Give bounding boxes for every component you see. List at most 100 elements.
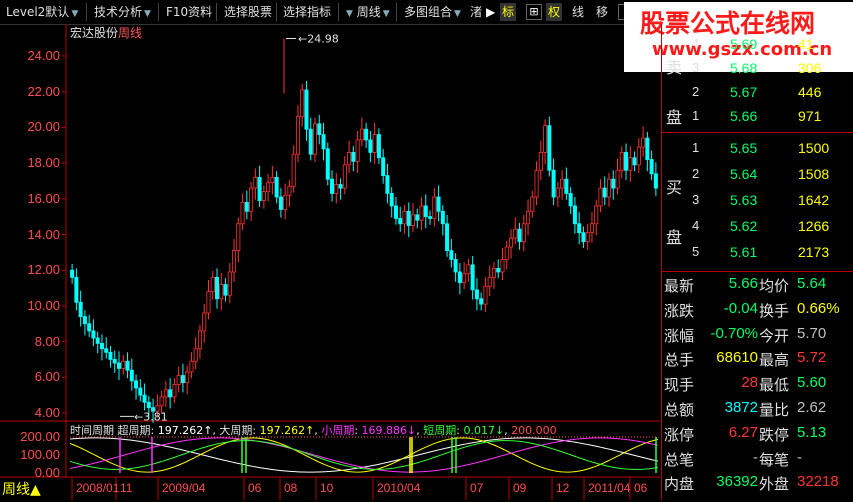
period-text: 周线 [2, 482, 30, 498]
f10-menu[interactable]: F10资料 [166, 3, 212, 21]
sell-row[interactable]: 4 5.69 41 [662, 36, 853, 59]
super-cycle-label: 超周期 [117, 424, 151, 437]
x-tick-label: 2010/04 [377, 481, 421, 495]
candle-body [474, 289, 479, 300]
candle-body [159, 396, 164, 407]
tech-analysis-label: 技术分析 [94, 5, 143, 19]
quote-label: 总额 [664, 402, 695, 419]
candle-body [632, 157, 637, 166]
multi-chart-menu[interactable]: 多图组合 ▼ [404, 3, 461, 21]
candle-body [615, 169, 620, 189]
select-stock-menu[interactable]: 选择股票 [224, 3, 272, 21]
tech-analysis-menu[interactable]: 技术分析 ▼ [94, 3, 151, 21]
candle-body [376, 134, 381, 159]
candle-body [372, 134, 377, 153]
candle-body [287, 185, 292, 196]
candle-body [624, 151, 629, 171]
candle-body [491, 268, 496, 278]
line-button[interactable]: 线 [572, 3, 584, 21]
period-dropdown[interactable]: ▼ 周线 ▼ [344, 3, 390, 21]
candle-body [104, 348, 109, 353]
rights-button[interactable]: 权 [546, 3, 563, 21]
buy-row[interactable]: 2 5.64 1508 [662, 166, 853, 189]
volume: 1642 [798, 192, 830, 208]
quote-label: 外盘 [759, 476, 790, 494]
candle-body [649, 159, 654, 175]
short-cycle-value: 0.017↓ [463, 424, 505, 437]
buy-row[interactable]: 1 5.65 1500 [662, 140, 853, 163]
candle-body [504, 246, 509, 260]
candle-body [513, 228, 518, 239]
candle-body [645, 137, 650, 160]
price: 5.61 [730, 244, 758, 260]
level2-menu[interactable]: Level2默认 ▼ [6, 3, 78, 21]
quote-label: 最高 [759, 352, 790, 370]
candle-body [308, 128, 313, 155]
candle-body [202, 312, 207, 332]
dropdown-icon: ▼ [144, 9, 151, 19]
candle-body [572, 205, 577, 225]
y-tick-label: 16.00 [27, 190, 60, 206]
candlesticks [70, 80, 658, 423]
x-tick-label: 10 [320, 481, 334, 495]
row-index: 5 [692, 244, 700, 259]
grid-icon[interactable]: ⊞ [526, 4, 542, 20]
buy-row[interactable]: 4 5.62 1266 [662, 218, 853, 241]
trunc-menu[interactable]: 渚 [470, 3, 482, 21]
period-indicator[interactable]: 周线▲ [2, 479, 41, 499]
candle-body [445, 223, 450, 251]
candle-body [236, 223, 241, 251]
candle-body [274, 176, 279, 198]
candle-body [87, 323, 92, 332]
candle-body [227, 271, 232, 296]
volume: 1508 [798, 166, 830, 182]
volume: 1500 [798, 140, 830, 156]
quote-panel: 4 5.69 41 3 5.68 306 2 5.67 446 1 5.66 971 卖盘 1 5.65 1… [661, 24, 853, 500]
quote-value: 28 [741, 374, 758, 392]
price: 5.66 [730, 108, 758, 124]
play-icon[interactable]: ▶ [486, 3, 495, 21]
y-tick-label: 12.00 [27, 262, 60, 278]
select-indicator-menu[interactable]: 选择指标 [283, 3, 331, 21]
oscillator-tick-label: 100.00 [20, 447, 60, 462]
x-tick-label: 11 [120, 481, 133, 495]
candle-body [300, 89, 305, 118]
candle-body [304, 89, 309, 130]
candle-body [385, 175, 390, 194]
quote-value: 3872 [724, 399, 758, 416]
candle-body [172, 384, 177, 398]
candle-body [402, 210, 407, 225]
big-cycle-label: 大周期 [219, 424, 253, 437]
sell-row[interactable]: 3 5.68 306 [662, 60, 853, 83]
candle-body [112, 359, 117, 364]
sell-row[interactable]: 1 5.66 971 [662, 108, 853, 131]
quote-value: - [753, 448, 758, 466]
candle-body [483, 285, 488, 305]
buy-row[interactable]: 5 5.61 2173 [662, 244, 853, 267]
move-button[interactable]: 移 [596, 3, 608, 21]
x-tick-label: 2011/04 [588, 481, 631, 495]
candle-body [568, 193, 573, 207]
sell-side-label: 卖盘 [666, 58, 683, 127]
candle-body [138, 387, 143, 396]
candle-body [321, 134, 326, 150]
candle-body [398, 218, 403, 225]
buy-row[interactable]: 3 5.63 1642 [662, 192, 853, 215]
candle-body [432, 196, 437, 219]
extra-value: 200.000 [511, 424, 557, 437]
mark-button[interactable]: 标 [500, 3, 517, 21]
volume: 971 [798, 108, 822, 124]
candle-body [466, 264, 471, 275]
x-tick-label: 07 [470, 481, 484, 495]
quote-label: 最低 [759, 377, 790, 395]
candle-body [521, 223, 526, 243]
row-index: 4 [692, 218, 700, 233]
candle-body [530, 196, 535, 212]
quote-label: 现手 [664, 377, 695, 395]
sell-row[interactable]: 2 5.67 446 [662, 84, 853, 107]
candle-body [176, 375, 181, 385]
volume: 446 [798, 84, 822, 100]
candle-body [428, 216, 433, 219]
candle-body [180, 375, 185, 384]
candle-body [526, 210, 531, 225]
